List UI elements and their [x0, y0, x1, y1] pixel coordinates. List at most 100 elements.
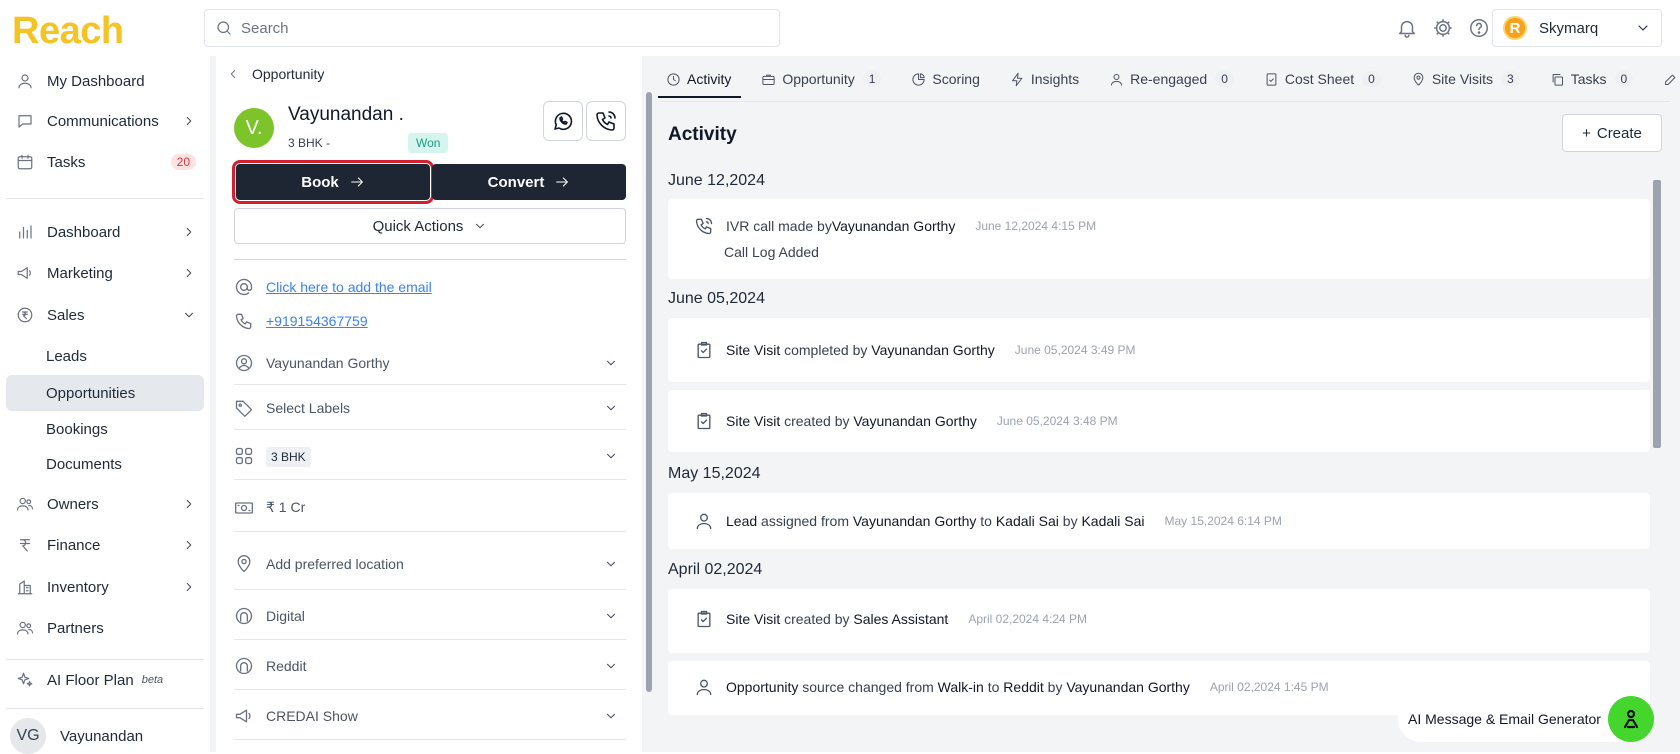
- activity-text: assigned from: [757, 513, 853, 529]
- activity-date-header: April 02,2024: [668, 561, 763, 578]
- tab-re-engaged[interactable]: Re-engaged 0: [1105, 56, 1238, 102]
- sidebar-item-label: Partners: [47, 619, 104, 637]
- activity-card[interactable]: Lead assigned from Vayunandan Gorthy to …: [668, 493, 1650, 549]
- create-button[interactable]: + Create: [1562, 114, 1662, 152]
- sub-source-select[interactable]: CREDAI Show: [234, 692, 626, 740]
- settings-icon[interactable]: [1432, 17, 1454, 39]
- phone-link[interactable]: +919154367759: [266, 313, 368, 329]
- sidebar-subitem-bookings[interactable]: Bookings: [6, 411, 204, 447]
- user-profile[interactable]: VG Vayunandan: [6, 718, 204, 754]
- pie-chart-icon: [912, 72, 926, 86]
- tab-insights[interactable]: Insights: [1006, 56, 1083, 102]
- opportunity-scrollbar[interactable]: [646, 92, 652, 692]
- activity-scrollbar[interactable]: [1653, 180, 1661, 448]
- owner-select[interactable]: Vayunandan Gorthy: [234, 341, 626, 385]
- tab-tasks[interactable]: Tasks 0: [1546, 56, 1637, 102]
- bell-icon[interactable]: [1396, 17, 1418, 39]
- user-icon: [696, 679, 712, 696]
- quick-actions-button[interactable]: Quick Actions: [234, 208, 626, 244]
- sidebar-item-owners[interactable]: Owners: [6, 486, 204, 522]
- sidebar: My Dashboard Communications Tasks 20 Das…: [0, 56, 210, 754]
- bar-chart-icon: [16, 223, 38, 241]
- tag-icon: [234, 398, 266, 418]
- sidebar-item-communications[interactable]: Communications: [6, 103, 204, 139]
- chevron-left-icon[interactable]: [226, 67, 240, 81]
- activity-card[interactable]: Site Visit created by Vayunandan Gorthy …: [668, 390, 1650, 452]
- activity-actor: Reddit: [1003, 679, 1044, 695]
- activity-text: created by: [780, 611, 854, 627]
- map-pin-icon: [234, 554, 266, 574]
- phone-row: +919154367759: [234, 311, 368, 331]
- rupee-icon: [16, 536, 38, 554]
- breadcrumb[interactable]: Opportunity: [226, 66, 324, 82]
- search-box[interactable]: [204, 9, 780, 47]
- source-select[interactable]: Reddit: [234, 642, 626, 690]
- tab-opportunity[interactable]: Opportunity 1: [757, 56, 885, 102]
- activity-actor: Kadali Sai: [1081, 513, 1145, 529]
- activity-card[interactable]: IVR call made by Vayunandan Gorthy June …: [668, 199, 1650, 279]
- sidebar-item-label: AI Floor Plan: [47, 671, 134, 689]
- sidebar-item-inventory[interactable]: Inventory: [6, 569, 204, 605]
- user-icon: [16, 72, 38, 90]
- sidebar-subitem-documents[interactable]: Documents: [6, 446, 204, 482]
- source-icon: [234, 656, 266, 676]
- tab-cost-sheet[interactable]: Cost Sheet 0: [1260, 56, 1385, 102]
- tab-activity[interactable]: Activity: [657, 56, 742, 102]
- help-icon[interactable]: [1468, 17, 1490, 39]
- account-switcher[interactable]: R Skymarq: [1492, 9, 1662, 47]
- sparkles-icon: [16, 671, 38, 689]
- sidebar-item-sales[interactable]: Sales: [6, 297, 204, 333]
- sidebar-item-label: Communications: [47, 112, 159, 130]
- user-circle-icon: [234, 353, 266, 373]
- beta-tag: beta: [141, 674, 164, 686]
- activity-actor: Kadali Sai: [995, 513, 1059, 529]
- activity-date-header: June 05,2024: [668, 290, 765, 307]
- activity-actor: Vayunandan Gorthy: [831, 218, 956, 234]
- opportunity-name: Vayunandan .: [288, 104, 404, 125]
- clipboard-check-icon: [697, 610, 711, 628]
- sidebar-item-partners[interactable]: Partners: [6, 610, 204, 646]
- account-name: Skymarq: [1539, 19, 1599, 37]
- sidebar-subitem-leads[interactable]: Leads: [6, 338, 204, 374]
- budget-field[interactable]: ₹ 1 Cr: [234, 484, 626, 532]
- ai-generator-button[interactable]: [1608, 696, 1654, 742]
- partners-icon: [16, 619, 38, 637]
- channel-select[interactable]: Digital: [234, 592, 626, 640]
- activity-card[interactable]: Site Visit created by Sales Assistant Ap…: [668, 589, 1650, 653]
- add-email-link[interactable]: Click here to add the email: [266, 279, 432, 295]
- book-button[interactable]: Book: [232, 160, 434, 204]
- location-select[interactable]: Add preferred location: [234, 538, 626, 590]
- chevron-down-icon: [476, 223, 485, 229]
- edit-icon: [1665, 74, 1676, 85]
- sidebar-item-finance[interactable]: Finance: [6, 527, 204, 563]
- activity-subject: Site Visit: [726, 413, 781, 429]
- create-button-label: Create: [1596, 124, 1642, 142]
- sidebar-subitem-opportunities[interactable]: Opportunities: [6, 375, 204, 411]
- labels-select[interactable]: Select Labels: [234, 386, 626, 430]
- activity-text: created by: [780, 413, 854, 429]
- tab-scoring[interactable]: Scoring: [907, 56, 983, 102]
- tab-label: Tasks: [1570, 71, 1607, 87]
- document-icon: [1266, 72, 1277, 86]
- rupee-coin-icon: [16, 306, 38, 324]
- tab-site-visits[interactable]: Site Visits 3: [1407, 56, 1524, 102]
- sidebar-item-ai-floor-plan[interactable]: AI Floor Plan beta: [6, 662, 204, 698]
- sidebar-item-my-dashboard[interactable]: My Dashboard: [6, 63, 204, 99]
- megaphone-icon: [16, 264, 38, 282]
- activity-card[interactable]: Site Visit completed by Vayunandan Gorth…: [668, 318, 1650, 382]
- sidebar-item-tasks[interactable]: Tasks 20: [6, 144, 204, 180]
- chevron-right-icon: [182, 538, 196, 552]
- search-input[interactable]: [241, 19, 741, 37]
- whatsapp-button[interactable]: [543, 101, 583, 141]
- activity-timestamp: June 12,2024 4:15 PM: [975, 219, 1097, 233]
- call-button[interactable]: [586, 101, 626, 141]
- app-logo[interactable]: Reach: [12, 10, 124, 53]
- sidebar-item-dashboard[interactable]: Dashboard: [6, 214, 204, 250]
- convert-button[interactable]: Convert: [432, 164, 626, 200]
- calendar-icon: [16, 153, 38, 171]
- opportunity-config: 3 BHK -: [288, 136, 331, 150]
- configuration-select[interactable]: 3 BHK: [234, 432, 626, 480]
- activity-text: source changed from: [798, 679, 938, 695]
- tab-edit[interactable]: [1659, 56, 1680, 102]
- sidebar-item-marketing[interactable]: Marketing: [6, 255, 204, 291]
